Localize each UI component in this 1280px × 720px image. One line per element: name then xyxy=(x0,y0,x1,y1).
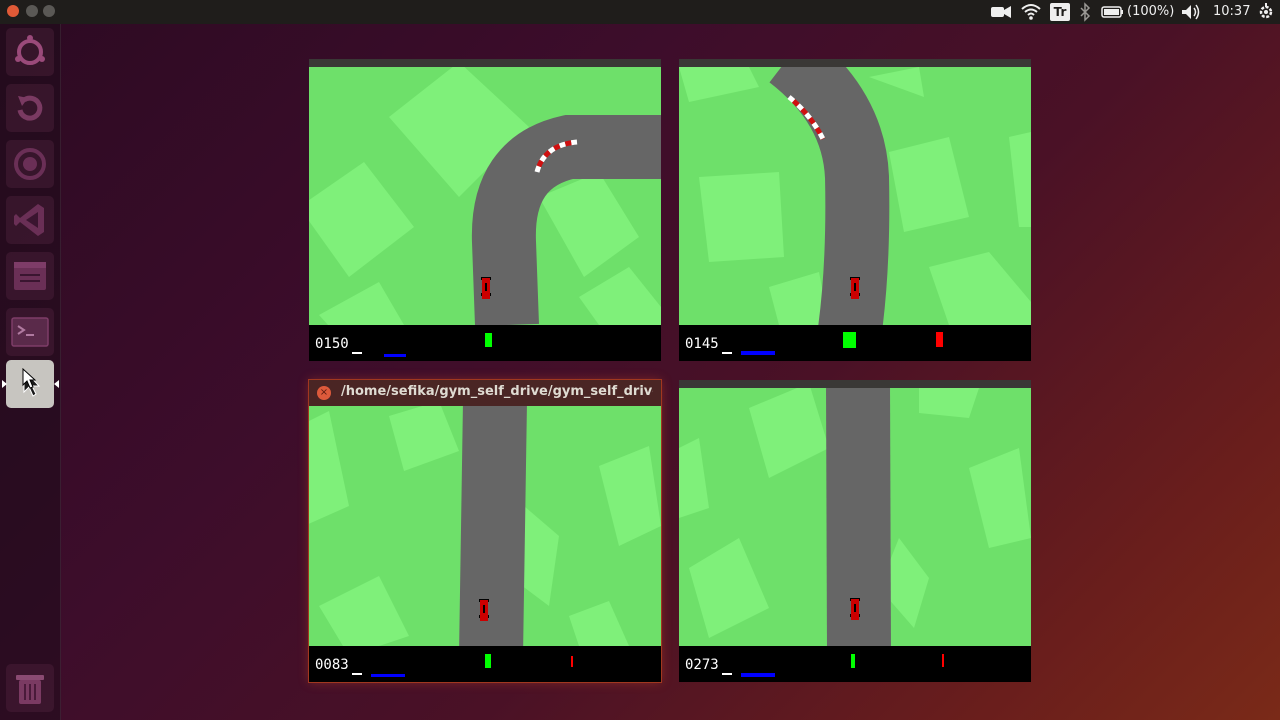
close-icon[interactable]: × xyxy=(317,386,331,400)
battery-percentage: (100%) xyxy=(1127,4,1175,19)
top-panel: Tr (100%) 10:37 xyxy=(0,0,1280,24)
bluetooth-icon[interactable] xyxy=(1078,0,1092,24)
track-view xyxy=(679,388,1031,646)
maximize-window-icon[interactable] xyxy=(43,5,55,17)
window-title: /home/sefika/gym_self_drive/gym_self_dri… xyxy=(341,384,653,399)
hud-bar: 0083 xyxy=(309,646,661,682)
hud-bar: 0145 xyxy=(679,325,1031,361)
track-view xyxy=(679,67,1031,325)
trash-icon[interactable] xyxy=(6,664,54,712)
vscode-icon[interactable] xyxy=(6,196,54,244)
camera-icon[interactable] xyxy=(990,0,1012,24)
ubuntu-dash-icon[interactable] xyxy=(6,28,54,76)
road xyxy=(459,406,527,646)
simulation-window-2[interactable]: 0145 xyxy=(679,59,1031,361)
track-view xyxy=(309,67,661,325)
keyboard-layout-icon[interactable]: Tr xyxy=(1050,3,1070,21)
mouse-cursor-icon xyxy=(22,368,37,389)
close-window-icon[interactable] xyxy=(7,5,19,17)
window-titlebar[interactable] xyxy=(679,380,1031,388)
terminal-icon[interactable] xyxy=(6,308,54,356)
simulation-window-4[interactable]: 0273 xyxy=(679,380,1031,682)
hud-bar: 0150 xyxy=(309,325,661,361)
car-icon xyxy=(850,598,860,620)
minimize-window-icon[interactable] xyxy=(26,5,38,17)
simulation-window-3[interactable]: × /home/sefika/gym_self_drive/gym_self_d… xyxy=(309,380,661,682)
volume-icon[interactable] xyxy=(1180,0,1202,24)
hud-bar: 0273 xyxy=(679,646,1031,682)
window-titlebar[interactable] xyxy=(309,59,661,67)
window-titlebar[interactable]: × /home/sefika/gym_self_drive/gym_self_d… xyxy=(309,380,661,406)
files-window-icon[interactable] xyxy=(6,252,54,300)
car-icon xyxy=(481,277,491,299)
track-view xyxy=(309,406,661,646)
focus-indicator-icon xyxy=(54,380,59,388)
simulation-window-1[interactable]: 0150 xyxy=(309,59,661,361)
car-icon xyxy=(850,277,860,299)
software-updater-icon[interactable] xyxy=(6,84,54,132)
wifi-icon[interactable] xyxy=(1020,0,1042,24)
clock[interactable]: 10:37 xyxy=(1213,0,1250,24)
window-titlebar[interactable] xyxy=(679,59,1031,67)
car-icon xyxy=(479,599,489,621)
battery-icon[interactable] xyxy=(1101,0,1125,24)
running-indicator-icon xyxy=(2,380,7,388)
obs-record-icon[interactable] xyxy=(6,140,54,188)
settings-gear-icon[interactable] xyxy=(1257,0,1275,24)
